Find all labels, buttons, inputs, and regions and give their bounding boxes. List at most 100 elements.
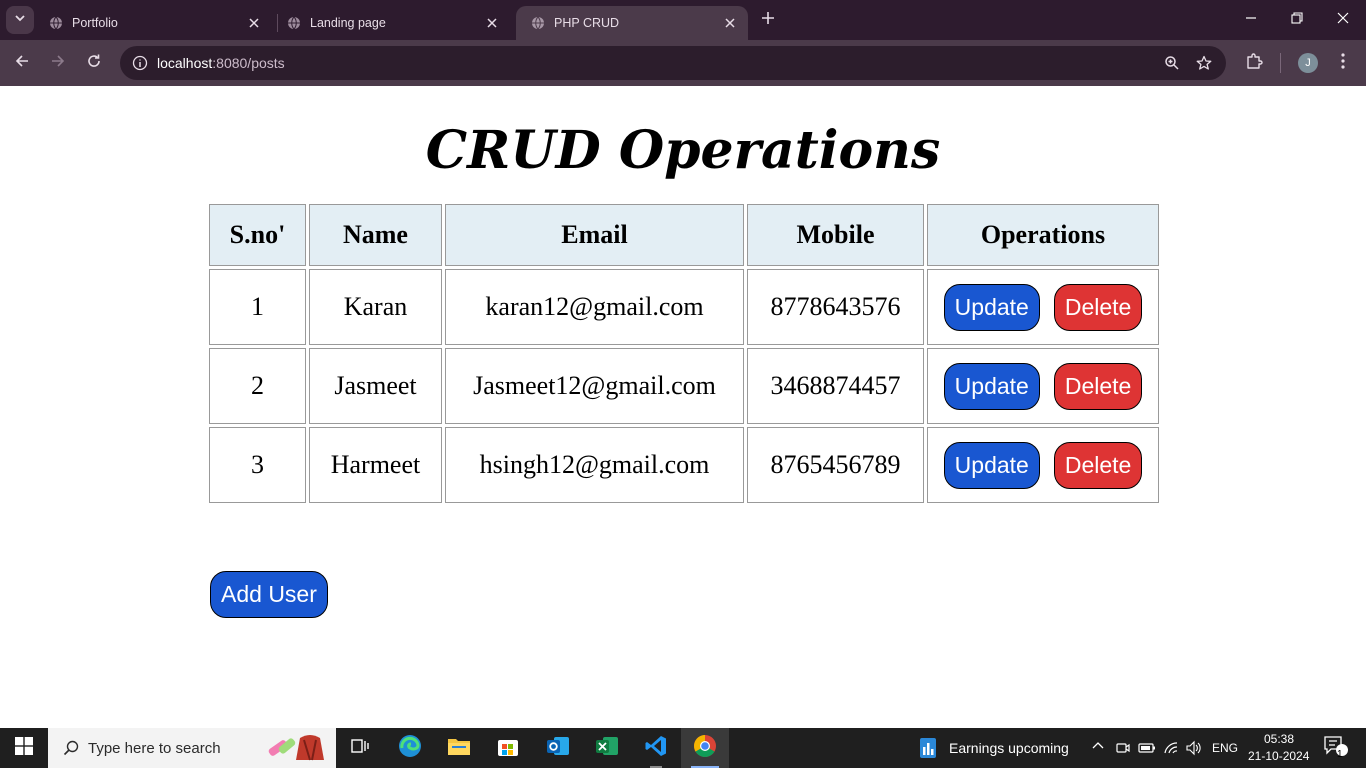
delete-button[interactable]: Delete <box>1053 441 1143 489</box>
close-tab-icon[interactable] <box>722 15 738 31</box>
task-view-icon <box>350 736 370 761</box>
cell-name: Harmeet <box>309 427 442 503</box>
tab-title: Landing page <box>310 16 386 30</box>
input-language[interactable]: ENG <box>1212 741 1238 755</box>
chevron-down-icon <box>14 11 26 29</box>
tab-landing-page[interactable]: Landing page <box>272 6 510 40</box>
taskbar-file-explorer[interactable] <box>435 728 483 768</box>
cell-mobile: 8765456789 <box>747 427 924 503</box>
meet-now-icon[interactable] <box>1113 738 1133 758</box>
cell-email: hsingh12@gmail.com <box>445 427 744 503</box>
taskbar-search-box[interactable]: Type here to search <box>48 728 336 768</box>
restore-button[interactable] <box>1274 0 1320 40</box>
url-path: :8080/posts <box>212 55 285 71</box>
taskbar-microsoft-store[interactable] <box>484 728 532 768</box>
chevron-up-icon <box>1092 739 1104 757</box>
column-header-sno: S.no' <box>209 204 306 266</box>
minimize-icon <box>1245 11 1257 29</box>
clock-time[interactable]: 05:38 <box>1264 732 1294 746</box>
close-tab-icon[interactable] <box>246 15 262 31</box>
cell-sno: 3 <box>209 427 306 503</box>
widget-text: Earnings upcoming <box>949 740 1069 756</box>
weather-widget[interactable]: Earnings upcoming <box>916 728 1069 768</box>
new-tab-button[interactable] <box>756 8 780 32</box>
taskbar-outlook[interactable] <box>534 728 582 768</box>
puzzle-icon <box>1245 52 1263 75</box>
address-bar[interactable]: localhost:8080/posts <box>120 46 1226 80</box>
reload-button[interactable] <box>80 49 108 77</box>
update-button[interactable]: Update <box>943 441 1040 489</box>
taskbar-edge[interactable] <box>386 728 434 768</box>
tab-portfolio[interactable]: Portfolio <box>34 6 272 40</box>
cell-sno: 2 <box>209 348 306 424</box>
table-row: 1 Karan karan12@gmail.com 8778643576 Upd… <box>209 269 1159 345</box>
url-text: localhost:8080/posts <box>157 55 285 71</box>
tab-php-crud[interactable]: PHP CRUD <box>516 6 748 40</box>
site-info-icon[interactable] <box>128 51 152 75</box>
users-table: S.no' Name Email Mobile Operations 1 Kar… <box>206 201 1162 506</box>
column-header-operations: Operations <box>927 204 1159 266</box>
column-header-name: Name <box>309 204 442 266</box>
battery-icon[interactable] <box>1137 738 1157 758</box>
globe-icon <box>286 15 302 31</box>
volume-icon[interactable] <box>1184 738 1204 758</box>
close-tab-icon[interactable] <box>484 15 500 31</box>
excel-icon <box>595 734 619 763</box>
globe-icon <box>48 15 64 31</box>
arrow-right-icon <box>50 53 66 74</box>
cell-sno: 1 <box>209 269 306 345</box>
folder-icon <box>447 736 471 761</box>
table-row: 3 Harmeet hsingh12@gmail.com 8765456789 … <box>209 427 1159 503</box>
restore-icon <box>1291 11 1303 29</box>
forward-button[interactable] <box>44 49 72 77</box>
update-button[interactable]: Update <box>943 283 1040 331</box>
search-placeholder: Type here to search <box>88 739 221 757</box>
close-window-button[interactable] <box>1320 0 1366 40</box>
delete-button[interactable]: Delete <box>1053 283 1143 331</box>
toolbar-separator <box>1280 53 1281 73</box>
column-header-mobile: Mobile <box>747 204 924 266</box>
taskbar-chrome[interactable] <box>681 728 729 768</box>
edge-icon <box>398 734 422 763</box>
minimize-button[interactable] <box>1228 0 1274 40</box>
cell-mobile: 8778643576 <box>747 269 924 345</box>
task-view-button[interactable] <box>336 728 384 768</box>
cell-email: Jasmeet12@gmail.com <box>445 348 744 424</box>
arrow-left-icon <box>14 53 30 74</box>
table-header-row: S.no' Name Email Mobile Operations <box>209 204 1159 266</box>
reload-icon <box>86 53 102 74</box>
zoom-icon[interactable] <box>1160 51 1184 75</box>
wifi-icon[interactable] <box>1161 738 1181 758</box>
browser-menu-button[interactable] <box>1329 49 1357 77</box>
clock-date[interactable]: 21-10-2024 <box>1248 749 1309 763</box>
profile-avatar[interactable]: J <box>1298 53 1318 73</box>
stock-chart-icon <box>916 736 940 760</box>
search-highlight-illustration-icon <box>264 730 330 766</box>
store-icon <box>497 735 519 762</box>
extensions-button[interactable] <box>1240 49 1268 77</box>
plus-icon <box>761 11 775 30</box>
cell-operations: Update Delete <box>927 427 1159 503</box>
notification-count: 1 <box>1337 749 1343 760</box>
taskbar-vscode[interactable] <box>632 728 680 768</box>
taskbar: Type here to search Earnings upcoming EN… <box>0 728 1366 768</box>
cell-name: Jasmeet <box>309 348 442 424</box>
tab-search-button[interactable] <box>6 6 34 34</box>
tab-title: Portfolio <box>72 16 118 30</box>
vscode-icon <box>644 734 668 763</box>
tab-title: PHP CRUD <box>554 16 620 30</box>
show-hidden-icons-button[interactable] <box>1088 738 1108 758</box>
update-button[interactable]: Update <box>943 362 1040 410</box>
bookmark-star-icon[interactable] <box>1192 51 1216 75</box>
outlook-icon <box>546 734 570 763</box>
start-button[interactable] <box>0 728 48 768</box>
browser-toolbar: localhost:8080/posts <box>0 40 1366 86</box>
more-vertical-icon <box>1341 52 1345 74</box>
browser-tab-strip: Portfolio Landing page PHP CRUD <box>0 0 1366 40</box>
chrome-icon <box>693 734 717 763</box>
taskbar-excel[interactable] <box>583 728 631 768</box>
notification-center-button[interactable] <box>1322 735 1350 760</box>
add-user-button[interactable]: Add User <box>210 571 328 618</box>
delete-button[interactable]: Delete <box>1053 362 1143 410</box>
back-button[interactable] <box>8 49 36 77</box>
